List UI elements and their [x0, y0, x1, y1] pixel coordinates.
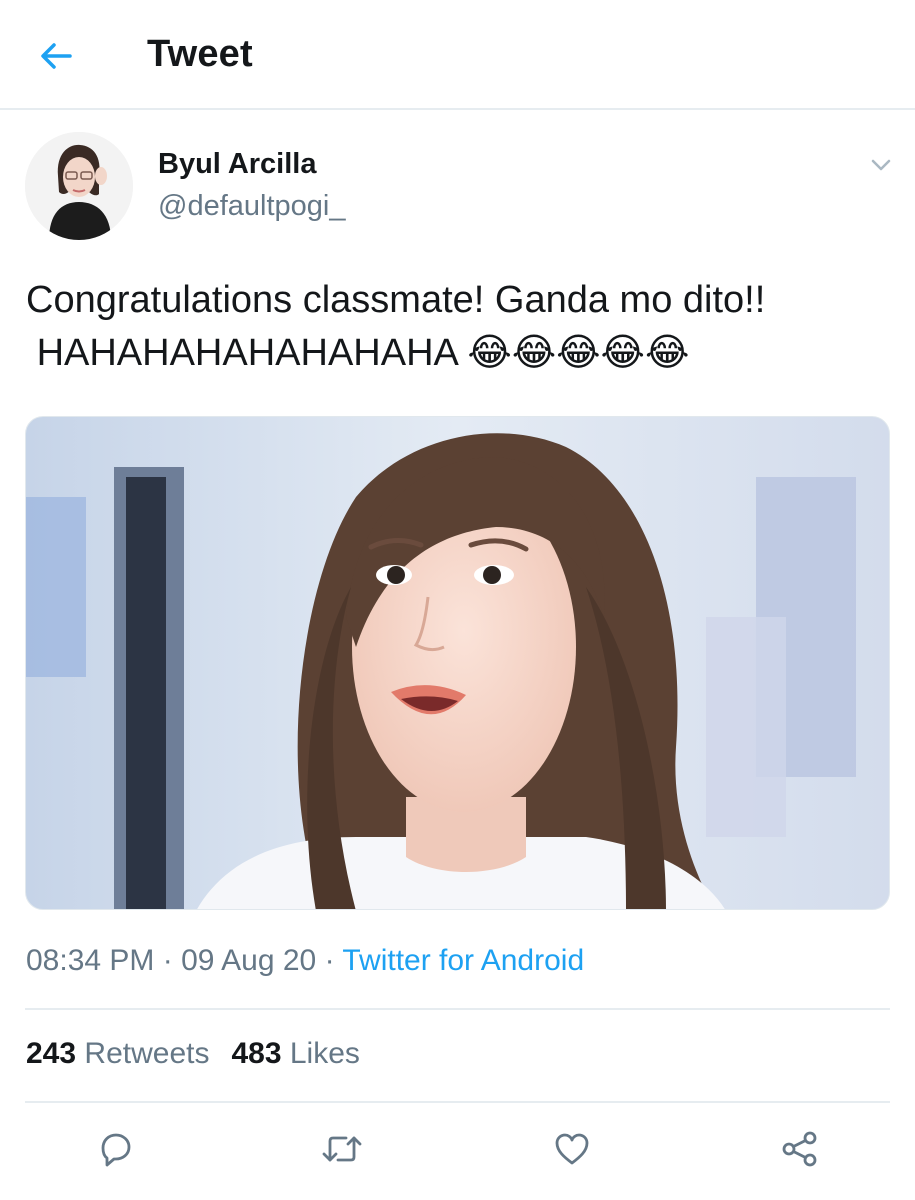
- likes-stat[interactable]: 483 Likes: [231, 1037, 359, 1070]
- laughing-emoji-group: 😂😂😂😂😂: [467, 330, 690, 374]
- tweet-time: 08:34 PM: [26, 944, 155, 977]
- tweet-stats: 243 Retweets 483 Likes: [26, 1037, 360, 1071]
- top-bar: Tweet: [0, 0, 915, 110]
- tweet-date: 09 Aug 20: [181, 944, 317, 977]
- share-button[interactable]: [778, 1127, 822, 1171]
- reply-button[interactable]: [93, 1127, 137, 1171]
- retweets-stat[interactable]: 243 Retweets: [26, 1037, 209, 1070]
- tweet-media-image[interactable]: [25, 416, 890, 910]
- retweet-button[interactable]: [320, 1127, 364, 1171]
- author-handle[interactable]: @defaultpogi_: [158, 190, 345, 223]
- arrow-left-icon: [41, 43, 72, 69]
- page-title: Tweet: [147, 33, 253, 75]
- tweet-text-line2: HAHAHAHAHAHAHAHA: [36, 332, 457, 374]
- divider: [25, 1008, 890, 1010]
- reply-icon: [101, 1133, 131, 1167]
- retweet-icon: [322, 1136, 362, 1162]
- retweets-count: 243: [26, 1037, 77, 1070]
- tweet-text-line1: Congratulations classmate! Ganda mo dito…: [26, 279, 766, 321]
- likes-count: 483: [231, 1037, 282, 1070]
- likes-label: Likes: [289, 1037, 360, 1070]
- like-button[interactable]: [550, 1127, 594, 1171]
- author-name[interactable]: Byul Arcilla: [158, 148, 316, 181]
- chevron-down-icon: [871, 159, 891, 171]
- divider: [25, 1101, 890, 1103]
- more-options-button[interactable]: [866, 150, 896, 180]
- tweet-source-link[interactable]: Twitter for Android: [342, 944, 584, 977]
- tweet-detail-screen: Tweet Byul Arcilla @defaultpogi_ Congrat…: [0, 0, 915, 1200]
- back-button[interactable]: [34, 34, 78, 78]
- meta-separator: ·: [154, 944, 182, 977]
- share-icon: [782, 1131, 817, 1167]
- tweet-timestamp-line: 08:34 PM · 09 Aug 20 · Twitter for Andro…: [26, 944, 584, 978]
- avatar[interactable]: [25, 132, 133, 240]
- meta-separator: ·: [316, 944, 343, 977]
- tweet-text: Congratulations classmate! Ganda mo dito…: [26, 274, 896, 379]
- retweets-label: Retweets: [84, 1037, 210, 1070]
- heart-icon: [555, 1133, 589, 1165]
